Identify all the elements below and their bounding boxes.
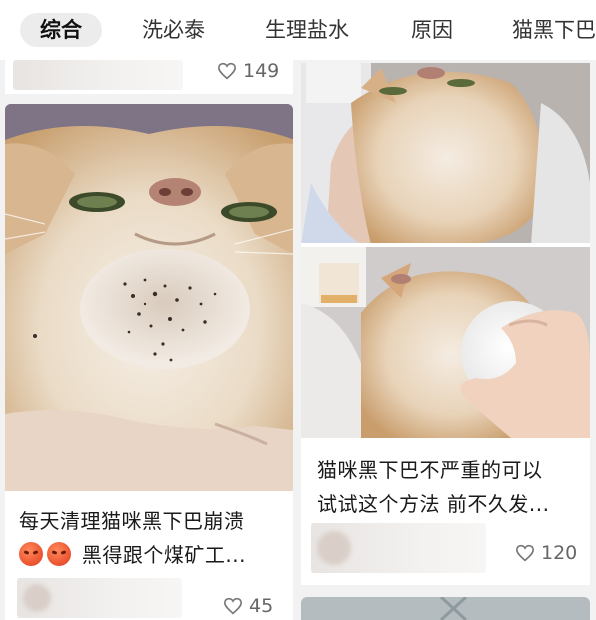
angry-face-icon [47,542,71,566]
angry-face-icon [19,542,43,566]
tab-yuanyin[interactable]: 原因 [411,13,453,47]
note-card-next[interactable] [301,597,590,620]
heart-icon [223,597,243,615]
like-count: 45 [249,595,274,617]
cat-cleaning-photo[interactable] [301,63,590,438]
note-card-right[interactable]: 猫咪黑下巴不严重的可以 试试这个方法 前不久发... 120 [301,63,590,585]
heart-icon [515,544,535,562]
note-title-right[interactable]: 猫咪黑下巴不严重的可以 试试这个方法 前不久发... [317,453,549,521]
like-counter[interactable]: 149 [217,60,279,82]
search-tab-bar: 综合 洗必泰 生理盐水 原因 猫黑下巴 [0,0,596,60]
like-count: 149 [243,60,280,82]
tab-shenglixianshui[interactable]: 生理盐水 [265,13,349,47]
heart-icon [217,62,237,80]
author-info-blurred [311,523,486,573]
note-title-left[interactable]: 每天清理猫咪黑下巴崩溃 黑得跟个煤矿工... [19,504,246,572]
tab-zonghe[interactable]: 综合 [20,13,102,47]
author-info-blurred [13,60,183,90]
like-count: 120 [541,542,578,564]
note-card-left[interactable]: 每天清理猫咪黑下巴崩溃 黑得跟个煤矿工... 45 [5,104,293,620]
cat-chin-photo[interactable] [5,104,293,491]
tab-maoheixiaba[interactable]: 猫黑下巴 [512,13,596,47]
note-card-top-left[interactable]: 149 [5,60,293,94]
author-info-blurred [17,578,182,618]
tab-xibitai[interactable]: 洗必泰 [142,13,205,47]
title-line-2: 试试这个方法 前不久发... [317,492,550,516]
like-counter[interactable]: 120 [515,541,577,565]
title-line-2: 黑得跟个煤矿工... [19,538,246,572]
next-card-photo [301,597,590,620]
like-counter[interactable]: 45 [223,594,273,618]
title-line-1: 猫咪黑下巴不严重的可以 [317,458,543,482]
title-line-1: 每天清理猫咪黑下巴崩溃 [19,509,245,533]
